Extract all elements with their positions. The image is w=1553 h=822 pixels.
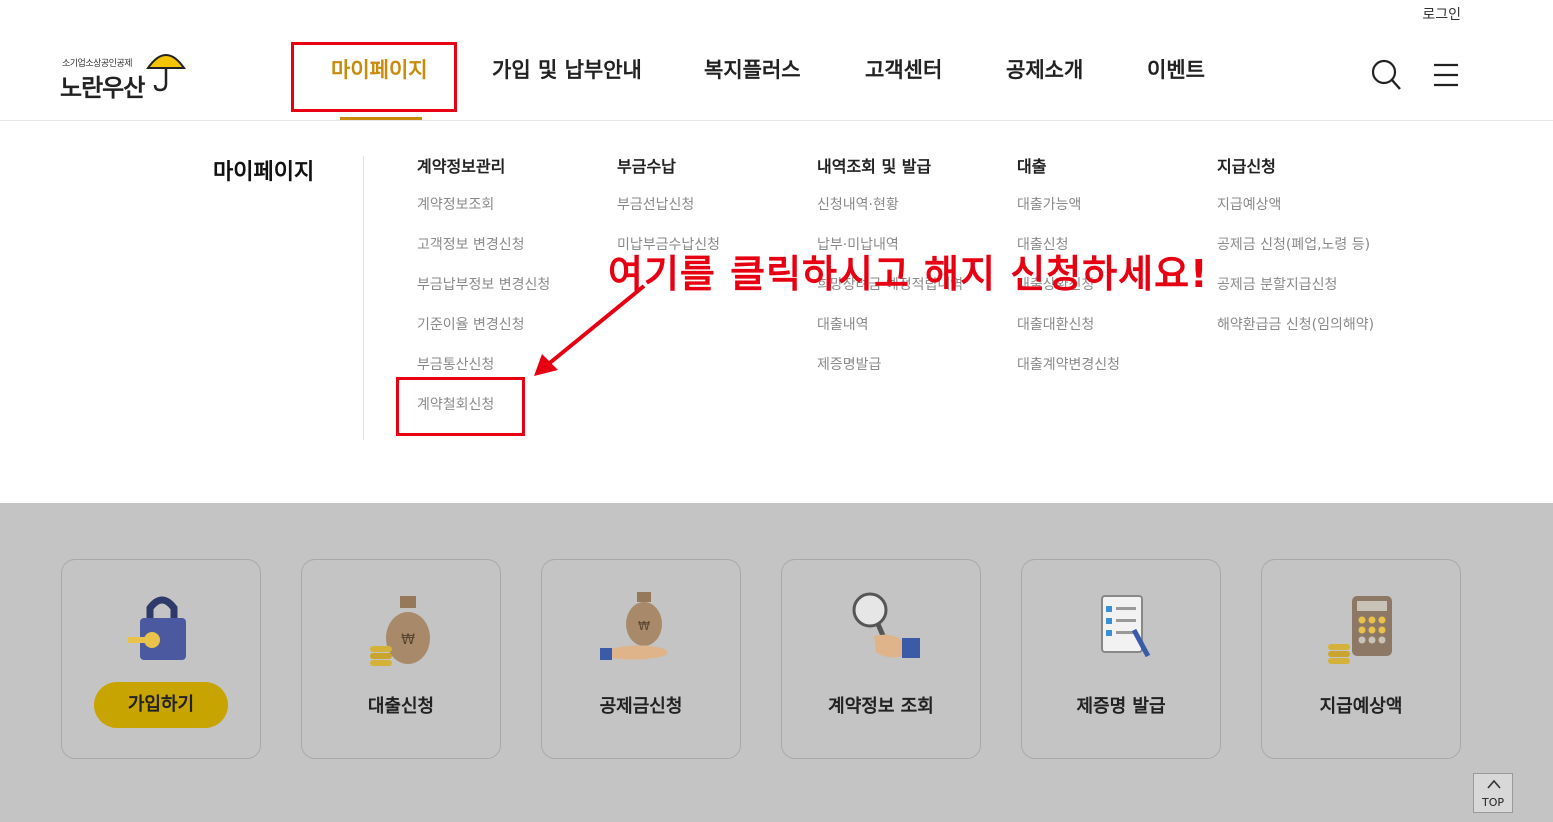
divider [363, 156, 364, 440]
scroll-top-label: TOP [1481, 796, 1504, 809]
annotation-text: 여기를 클릭하시고 해지 신청하세요! [608, 252, 1209, 296]
menu-item[interactable]: 공제금 신청(폐업,노령 등) [1217, 236, 1407, 276]
menu-item[interactable]: 대출가능액 [1017, 196, 1207, 236]
nav-about[interactable]: 공제소개 [1006, 54, 1083, 84]
join-button-label[interactable]: 가입하기 [94, 682, 228, 728]
quick-card-contract[interactable]: 계약정보 조회 [781, 559, 981, 759]
padlock-key-icon [128, 596, 186, 660]
quick-card-certificate[interactable]: 제증명 발급 [1021, 559, 1221, 759]
quick-card-label: 계약정보 조회 [828, 696, 934, 717]
nav-event[interactable]: 이벤트 [1147, 54, 1205, 84]
login-link[interactable]: 로그인 [1422, 4, 1461, 24]
site-header: 로그인 소기업소상공인공제 노란우산 마이페이지 가입 및 납부안내 복지플러스… [0, 0, 1553, 121]
chevron-up-icon [1487, 779, 1501, 789]
annotation-box-mypage [291, 42, 457, 112]
nav-join-payment[interactable]: 가입 및 납부안내 [492, 54, 642, 84]
quick-card-estimate[interactable]: 지급예상액 [1261, 559, 1461, 759]
calculator-coins-icon [1328, 596, 1392, 664]
column-heading[interactable]: 계약정보관리 [417, 156, 607, 178]
quick-card-claim[interactable]: ₩ 공제금신청 [541, 559, 741, 759]
nav-active-underline [340, 117, 422, 120]
quick-card-label: 제증명 발급 [1076, 696, 1166, 717]
logo-title: 노란우산 [60, 74, 145, 102]
logo[interactable]: 소기업소상공인공제 노란우산 [60, 46, 190, 106]
menu-item[interactable]: 제증명발급 [817, 356, 1007, 396]
money-bag-coins-icon: ₩ [370, 596, 430, 666]
checklist-clipboard-icon [1101, 595, 1151, 658]
search-icon[interactable] [1370, 58, 1402, 92]
menu-item[interactable]: 지급예상액 [1217, 196, 1407, 236]
menu-item[interactable]: 부금선납신청 [617, 196, 807, 236]
quick-card-label: 공제금신청 [599, 696, 683, 717]
quick-card-join[interactable]: 가입하기 [61, 559, 261, 759]
column-heading[interactable]: 대출 [1017, 156, 1207, 178]
nav-welfare-plus[interactable]: 복지플러스 [704, 54, 801, 84]
menu-item[interactable]: 공제금 분할지급신청 [1217, 276, 1407, 316]
column-heading[interactable]: 지급신청 [1217, 156, 1407, 178]
menu-column-claims: 지급신청 지급예상액 공제금 신청(폐업,노령 등) 공제금 분할지급신청 해약… [1217, 156, 1407, 356]
svg-text:₩: ₩ [638, 619, 650, 633]
menu-item[interactable]: 해약환급금 신청(임의해약) [1217, 316, 1407, 356]
menu-item[interactable]: 고객정보 변경신청 [417, 236, 607, 276]
menu-item[interactable]: 대출대환신청 [1017, 316, 1207, 356]
nav-customer-center[interactable]: 고객센터 [865, 54, 942, 84]
column-heading[interactable]: 부금수납 [617, 156, 807, 178]
quick-menu-section: 가입하기 ₩ 대출신청 ₩ 공제금신청 계약정보 조회 제증명 발급 지급예상액 [0, 503, 1553, 822]
magnifier-hand-icon [852, 592, 920, 658]
mega-menu-title: 마이페이지 [213, 160, 315, 185]
annotation-arrow-icon [534, 284, 646, 376]
menu-item[interactable]: 신청내역·현황 [817, 196, 1007, 236]
quick-card-label: 대출신청 [367, 696, 435, 717]
menu-item[interactable]: 계약정보조회 [417, 196, 607, 236]
column-heading[interactable]: 내역조회 및 발급 [817, 156, 1007, 178]
annotation-box-withdrawal [396, 377, 525, 436]
mega-menu: 마이페이지 계약정보관리 계약정보조회 고객정보 변경신청 부금납부정보 변경신… [0, 122, 1553, 503]
money-bag-hand-icon: ₩ [600, 592, 668, 660]
scroll-top-button[interactable]: TOP [1473, 773, 1513, 813]
menu-item[interactable]: 대출계약변경신청 [1017, 356, 1207, 396]
quick-card-loan[interactable]: ₩ 대출신청 [301, 559, 501, 759]
quick-card-label: 지급예상액 [1319, 696, 1403, 717]
hamburger-menu-icon[interactable] [1432, 62, 1460, 88]
svg-text:₩: ₩ [401, 632, 415, 648]
menu-item[interactable]: 대출내역 [817, 316, 1007, 356]
umbrella-icon [146, 54, 186, 92]
